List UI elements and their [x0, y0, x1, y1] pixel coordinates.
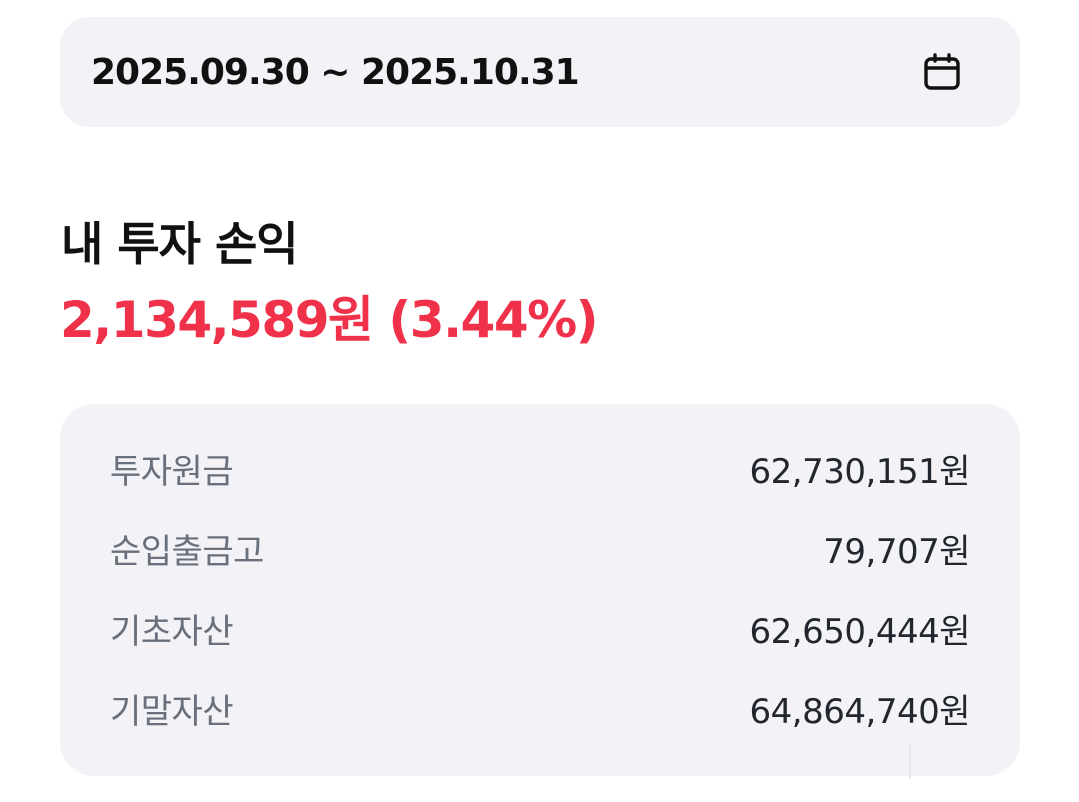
detail-row-ending-assets: 기말자산 64,864,740원	[110, 688, 971, 732]
detail-label: 순입출금고	[110, 531, 264, 572]
detail-row-beginning-assets: 기초자산 62,650,444원	[110, 608, 971, 652]
calendar-icon[interactable]	[920, 50, 964, 94]
investment-detail-card: 투자원금 62,730,151원 순입출금고 79,707원 기초자산 62,6…	[60, 404, 1020, 776]
detail-value: 62,650,444원	[749, 611, 971, 652]
profit-amount: 2,134,589원 (3.44%)	[60, 291, 599, 349]
detail-value: 64,864,740원	[749, 691, 971, 732]
date-range-selector[interactable]: 2025.09.30 ~ 2025.10.31	[60, 17, 1020, 127]
detail-row-principal: 투자원금 62,730,151원	[110, 448, 971, 492]
detail-row-net-deposit: 순입출금고 79,707원	[110, 528, 970, 572]
detail-value: 79,707원	[823, 531, 970, 572]
divider	[909, 745, 911, 779]
detail-label: 투자원금	[110, 451, 234, 492]
date-range-text: 2025.09.30 ~ 2025.10.31	[91, 51, 580, 93]
detail-value: 62,730,151원	[749, 451, 971, 492]
detail-label: 기초자산	[110, 611, 234, 652]
detail-label: 기말자산	[110, 691, 234, 732]
section-title: 내 투자 손익	[61, 217, 299, 271]
